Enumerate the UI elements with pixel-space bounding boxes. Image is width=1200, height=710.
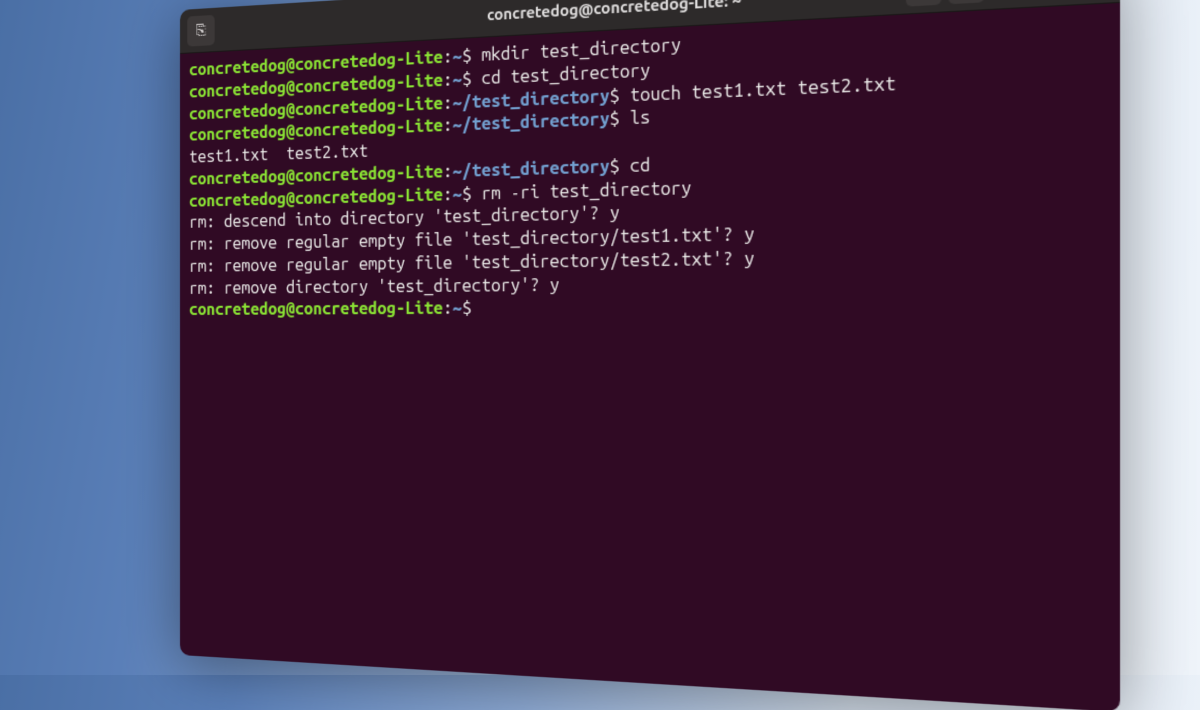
prompt-sep: : [443,69,453,89]
command-text: rm -ri test_directory [472,177,692,203]
prompt-sep: : [443,92,453,112]
prompt-ps: $ [610,85,620,106]
new-tab-button[interactable]: ⎘ [187,14,214,46]
terminal-body[interactable]: concretedog@concretedog-Lite:~$ mkdir te… [180,3,1120,710]
prompt-path: ~ [453,298,463,318]
prompt-sep: : [443,298,453,318]
menu-button[interactable]: ≡ [949,0,985,4]
prompt-ps: $ [462,183,472,203]
search-button[interactable]: 🔍 [906,0,941,6]
prompt-ps: $ [462,298,472,318]
command-text: ls [620,107,651,129]
prompt-user: concretedog@concretedog-Lite [189,298,443,319]
minimize-button[interactable]: − [992,0,1028,1]
prompt-path: ~/test_directory [453,156,610,181]
terminal-window: ⎘ concretedog@concretedog-Lite: ~ 🔍 ≡ − … [180,0,1120,710]
prompt-path: ~ [453,184,463,204]
new-tab-icon: ⎘ [196,21,206,39]
output-text: rm: remove directory 'test_directory'? y [189,274,559,297]
prompt-path: ~ [453,46,463,66]
window-title: concretedog@concretedog-Lite: ~ [487,0,741,23]
prompt-ps: $ [610,156,620,177]
prompt-ps: $ [462,46,472,67]
prompt-sep: : [443,115,453,135]
command-text: cd [620,155,651,177]
prompt-ps: $ [462,69,472,89]
prompt-path: ~ [453,69,463,89]
prompt-sep: : [443,47,453,67]
prompt-ps: $ [610,108,620,129]
prompt-sep: : [443,161,453,181]
prompt-path: ~/test_directory [453,109,610,135]
prompt-sep: : [443,184,453,204]
